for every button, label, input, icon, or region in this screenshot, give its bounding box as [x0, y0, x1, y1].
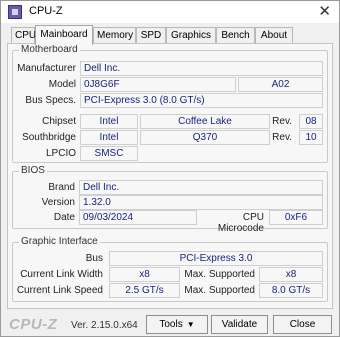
bios-group-title: BIOS [19, 165, 47, 176]
chipset-rev-value: 08 [299, 114, 323, 129]
model-label: Model [48, 79, 76, 90]
southbridge-vendor-value: Intel [80, 130, 138, 145]
lpcio-label: LPCIO [45, 148, 76, 159]
current-link-speed-value: 2.5 GT/s [109, 283, 180, 298]
bios-brand-label: Brand [48, 182, 75, 193]
version-text: Ver. 2.15.0.x64 [71, 320, 138, 331]
bios-version-value: 1.32.0 [79, 195, 323, 210]
model-value: 0J8G6F [80, 77, 236, 92]
tab-bench[interactable]: Bench [216, 27, 255, 44]
cpu-microcode-value: 0xF6 [269, 210, 323, 225]
current-link-width-value: x8 [109, 267, 180, 282]
dropdown-arrow-icon: ▼ [186, 320, 195, 329]
validate-button[interactable]: Validate [211, 315, 268, 334]
southbridge-label: Southbridge [22, 132, 76, 143]
chipset-label: Chipset [42, 116, 76, 127]
bios-brand-value: Dell Inc. [79, 180, 323, 195]
tab-about[interactable]: About [255, 27, 293, 44]
graphic-interface-group-title: Graphic Interface [19, 236, 100, 247]
tools-button-label: Tools [159, 319, 183, 330]
chipset-rev-label: Rev. [272, 116, 292, 127]
close-icon[interactable]: ✕ [318, 2, 331, 20]
title-bar: CPU-Z ✕ [1, 1, 339, 23]
window-title: CPU-Z [29, 5, 63, 17]
mainboard-panel: Motherboard Manufacturer Dell Inc. Model… [7, 43, 333, 309]
max-link-speed-label: Max. Supported [184, 285, 255, 296]
bios-group: BIOS Brand Dell Inc. Version 1.32.0 Date… [12, 165, 328, 234]
graphic-bus-label: Bus [85, 253, 103, 264]
bios-version-label: Version [41, 197, 75, 208]
motherboard-group: Motherboard Manufacturer Dell Inc. Model… [12, 44, 328, 163]
close-button[interactable]: Close [273, 315, 332, 334]
footer-bar: CPU-Z Ver. 2.15.0.x64 Tools ▼ Validate Cl… [1, 309, 339, 337]
tools-dropdown-button[interactable]: Tools ▼ [146, 315, 208, 334]
tab-cpu[interactable]: CPU [11, 27, 36, 44]
lpcio-value: SMSC [80, 146, 138, 161]
graphic-bus-value: PCI-Express 3.0 [109, 251, 323, 266]
manufacturer-value: Dell Inc. [80, 61, 323, 76]
current-link-width-label: Current Link Width [20, 269, 103, 280]
max-link-speed-value: 8.0 GT/s [259, 283, 323, 298]
cpuz-window: CPU-Z ✕ CPU Mainboard Memory SPD Graphic… [0, 0, 340, 337]
bios-date-label: Date [53, 212, 75, 223]
max-link-width-value: x8 [259, 267, 323, 282]
chipset-name-value: Coffee Lake [140, 114, 270, 129]
max-link-width-label: Max. Supported [184, 269, 255, 280]
chipset-vendor-value: Intel [80, 114, 138, 129]
tab-mainboard[interactable]: Mainboard [35, 25, 93, 45]
bus-specs-label: Bus Specs. [25, 95, 76, 106]
graphic-interface-group: Graphic Interface Bus PCI-Express 3.0 Cu… [12, 236, 328, 302]
tab-memory[interactable]: Memory [93, 27, 136, 44]
tab-spd[interactable]: SPD [136, 27, 166, 44]
southbridge-name-value: Q370 [140, 130, 270, 145]
bios-date-value: 09/03/2024 [79, 210, 197, 225]
cpuz-logo-text: CPU-Z [9, 316, 58, 333]
tab-graphics[interactable]: Graphics [166, 27, 216, 44]
cpuz-app-icon [8, 5, 22, 19]
motherboard-group-title: Motherboard [19, 44, 80, 55]
southbridge-rev-label: Rev. [272, 132, 292, 143]
manufacturer-label: Manufacturer [17, 63, 76, 74]
southbridge-rev-value: 10 [299, 130, 323, 145]
model-revision-value: A02 [238, 77, 323, 92]
bus-specs-value: PCI-Express 3.0 (8.0 GT/s) [80, 93, 323, 108]
current-link-speed-label: Current Link Speed [16, 285, 103, 296]
cpu-microcode-label: CPU Microcode [217, 212, 264, 234]
